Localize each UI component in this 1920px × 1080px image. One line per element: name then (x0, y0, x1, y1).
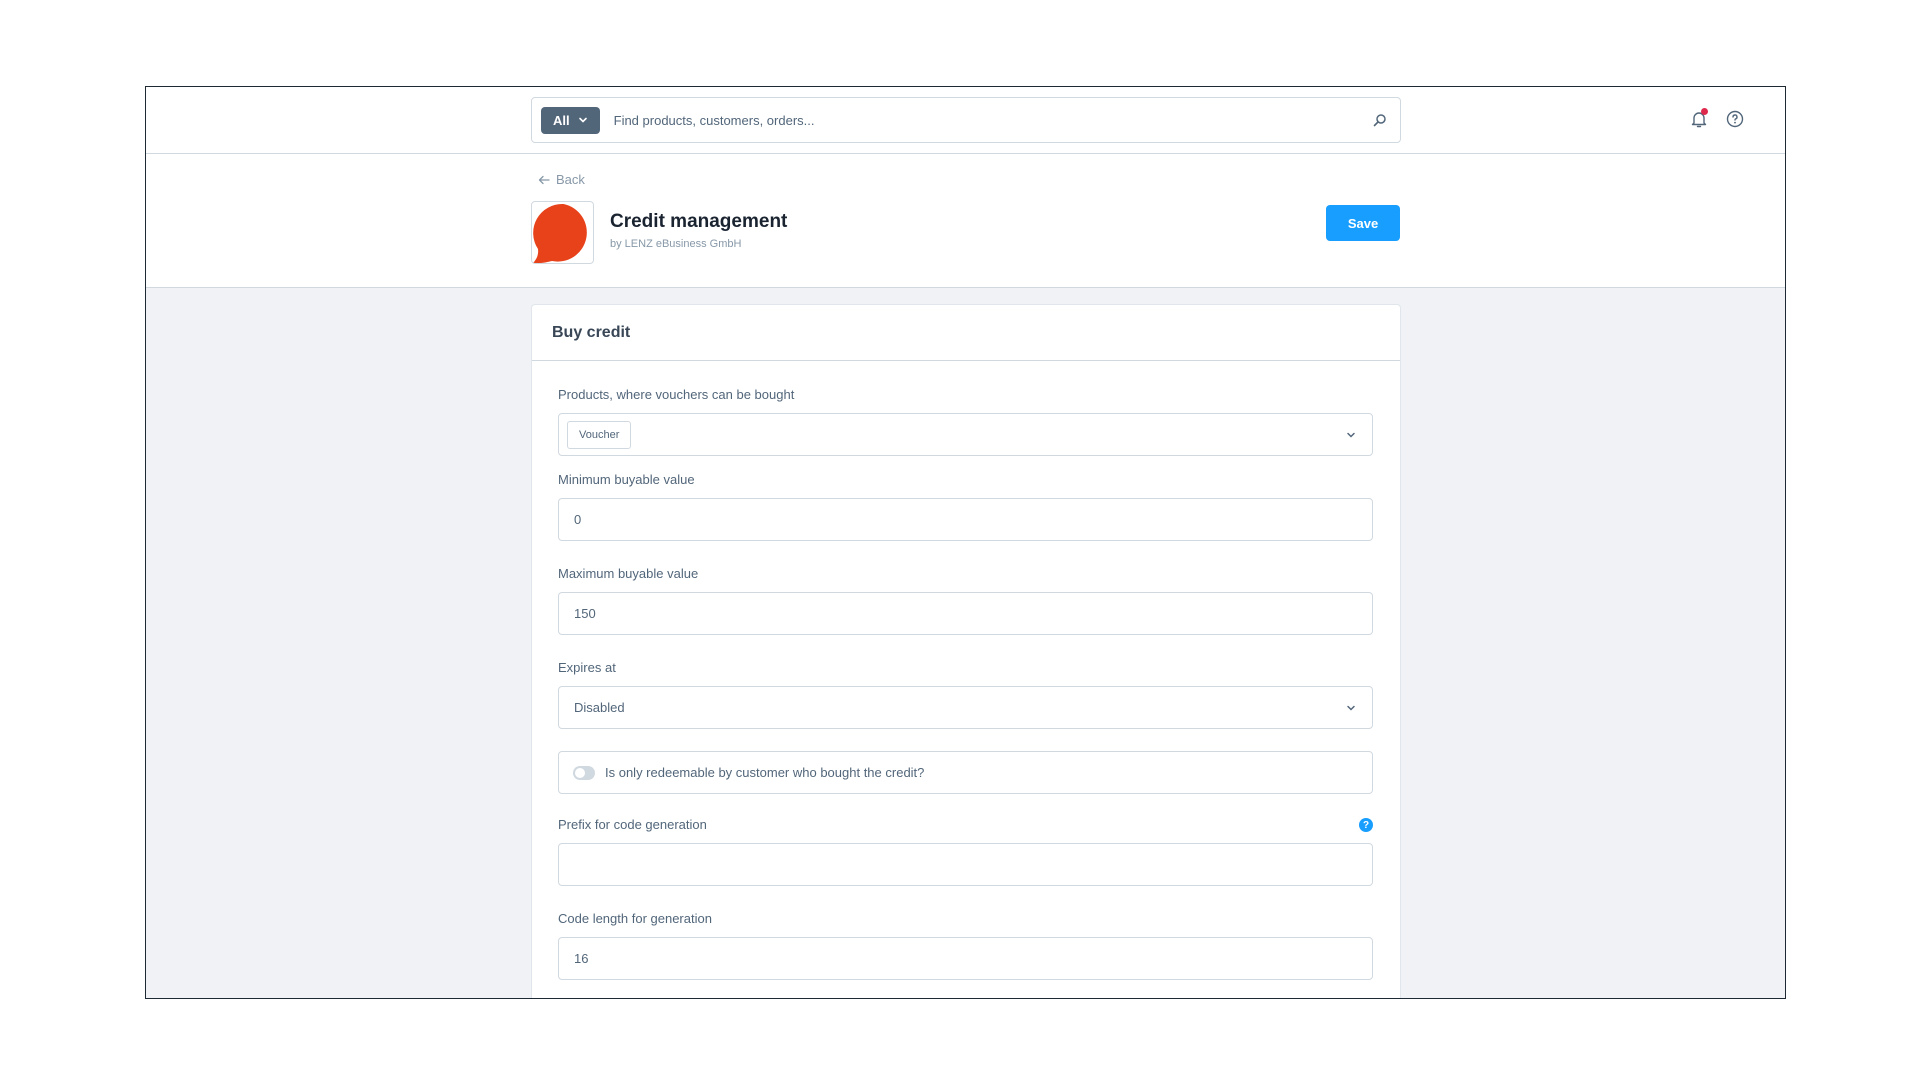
page-title: Credit management (610, 211, 788, 232)
products-label: Products, where vouchers can be bought (558, 387, 795, 402)
expires-value: Disabled (574, 700, 625, 715)
min-value-input[interactable]: 0 (558, 498, 1373, 541)
help-icon[interactable] (1723, 107, 1747, 131)
bell-icon[interactable] (1687, 107, 1711, 131)
app-logo (531, 201, 594, 264)
expires-field: Expires at Disabled (558, 660, 1373, 729)
search-icon[interactable] (1360, 98, 1400, 142)
switch-knob (575, 767, 585, 778)
expires-label: Expires at (558, 660, 616, 675)
max-value-label: Maximum buyable value (558, 566, 699, 581)
selected-product-chip[interactable]: Voucher (567, 420, 632, 449)
prefix-label: Prefix for code generation (558, 817, 707, 832)
code-length-field: Code length for generation 16 (558, 911, 1373, 980)
page-header: Back Credit management by LENZ eBusiness… (146, 154, 1785, 288)
products-field: Products, where vouchers can be bought V… (558, 387, 1373, 456)
redeemable-toggle-row[interactable]: Is only redeemable by customer who bough… (558, 751, 1373, 794)
expires-select[interactable]: Disabled (558, 686, 1373, 729)
redeemable-field: Is only redeemable by customer who bough… (558, 751, 1373, 794)
redeemable-label: Is only redeemable by customer who bough… (605, 765, 925, 780)
max-value-input[interactable]: 150 (558, 592, 1373, 635)
max-value-text: 150 (574, 606, 596, 621)
chevron-down-icon (1347, 432, 1355, 438)
max-value-field: Maximum buyable value 150 (558, 566, 1373, 635)
buy-credit-card: Buy credit Products, where vouchers can … (531, 304, 1401, 998)
arrow-left-icon (538, 175, 550, 184)
save-button[interactable]: Save (1326, 205, 1400, 241)
min-value-field: Minimum buyable value 0 (558, 472, 1373, 541)
global-search: All (531, 97, 1401, 143)
card-title: Buy credit (532, 305, 1400, 361)
chevron-down-icon (578, 117, 587, 123)
code-length-label: Code length for generation (558, 911, 712, 926)
chevron-down-icon (1347, 705, 1355, 711)
top-bar: All (146, 87, 1785, 154)
products-multiselect[interactable]: Voucher (558, 413, 1373, 456)
code-length-text: 16 (574, 951, 589, 966)
redeemable-switch[interactable] (573, 765, 595, 780)
back-link[interactable]: Back (538, 172, 585, 187)
search-type-dropdown[interactable]: All (541, 106, 600, 134)
prefix-field: Prefix for code generation ? (558, 817, 1373, 886)
prefix-input[interactable] (558, 843, 1373, 886)
top-bar-actions (1687, 107, 1747, 131)
search-type-label: All (553, 112, 570, 128)
back-label: Back (556, 172, 585, 187)
code-length-input[interactable]: 16 (558, 937, 1373, 980)
min-value-text: 0 (574, 512, 582, 527)
search-input[interactable] (599, 98, 1360, 142)
min-value-label: Minimum buyable value (558, 472, 695, 487)
admin-window: All Back Credit management by (145, 86, 1786, 999)
app-vendor: by LENZ eBusiness GmbH (610, 238, 742, 250)
notification-dot (1701, 108, 1708, 115)
question-icon[interactable]: ? (1359, 818, 1373, 832)
